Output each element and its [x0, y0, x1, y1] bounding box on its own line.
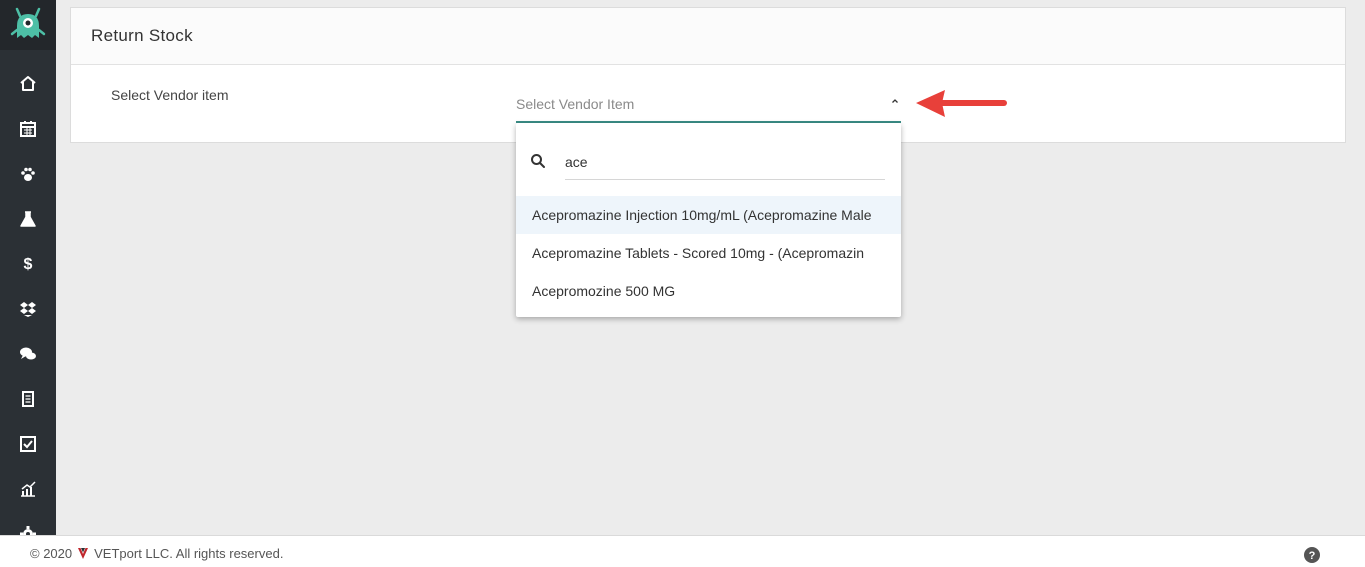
nav-tasks[interactable]	[16, 432, 40, 456]
search-icon	[531, 154, 545, 168]
nav-billing[interactable]: $	[16, 251, 40, 275]
nav-reports[interactable]	[16, 477, 40, 501]
dropdown-search-input[interactable]	[565, 145, 885, 180]
footer: © 2020 VETport LLC. All rights reserved. …	[0, 535, 1365, 567]
dropdown-option[interactable]: Acepromozine 500 MG	[516, 272, 901, 310]
flask-icon	[20, 211, 36, 227]
svg-text:$: $	[24, 256, 33, 273]
home-icon	[20, 76, 36, 91]
copyright-year: © 2020	[30, 546, 73, 561]
page-title: Return Stock	[91, 26, 193, 45]
paw-icon	[21, 167, 35, 181]
vendor-item-dropdown: Acepromazine Injection 10mg/mL (Aceproma…	[516, 123, 901, 317]
nav-documents[interactable]	[16, 387, 40, 411]
vendor-item-label: Select Vendor item	[111, 87, 229, 103]
copyright: © 2020 VETport LLC. All rights reserved.	[30, 546, 283, 561]
nav-patients[interactable]	[16, 162, 40, 186]
document-icon	[22, 391, 34, 407]
vetport-logo-icon	[78, 548, 89, 559]
help-icon[interactable]: ?	[1304, 547, 1320, 563]
nav-settings[interactable]	[16, 522, 40, 535]
svg-text:?: ?	[1309, 550, 1316, 562]
nav-messages[interactable]	[16, 342, 40, 366]
checkbox-icon	[20, 436, 36, 452]
card-header	[71, 8, 1345, 65]
sidebar: $	[0, 0, 56, 535]
gear-icon	[20, 526, 36, 535]
dropdown-option[interactable]: Acepromazine Tablets - Scored 10mg - (Ac…	[516, 234, 901, 272]
vendor-item-placeholder: Select Vendor Item	[516, 96, 635, 112]
chevron-up-icon[interactable]	[889, 95, 901, 107]
calendar-icon	[20, 121, 36, 137]
nav-calendar[interactable]	[16, 117, 40, 141]
nav-lab[interactable]	[16, 207, 40, 231]
chart-icon	[21, 481, 36, 497]
dropdown-option[interactable]: Acepromazine Injection 10mg/mL (Aceproma…	[516, 196, 901, 234]
logo[interactable]	[0, 0, 56, 50]
chat-icon	[20, 347, 36, 360]
nav-home[interactable]	[16, 72, 40, 96]
dollar-icon: $	[24, 256, 33, 273]
monster-logo-icon	[10, 7, 46, 38]
annotation-arrow-icon	[916, 90, 1007, 117]
copyright-company: VETport LLC. All rights reserved.	[94, 546, 284, 561]
dropbox-icon	[20, 302, 36, 317]
vendor-item-select[interactable]: Select Vendor Item	[516, 88, 901, 123]
nav-inventory[interactable]	[16, 297, 40, 321]
